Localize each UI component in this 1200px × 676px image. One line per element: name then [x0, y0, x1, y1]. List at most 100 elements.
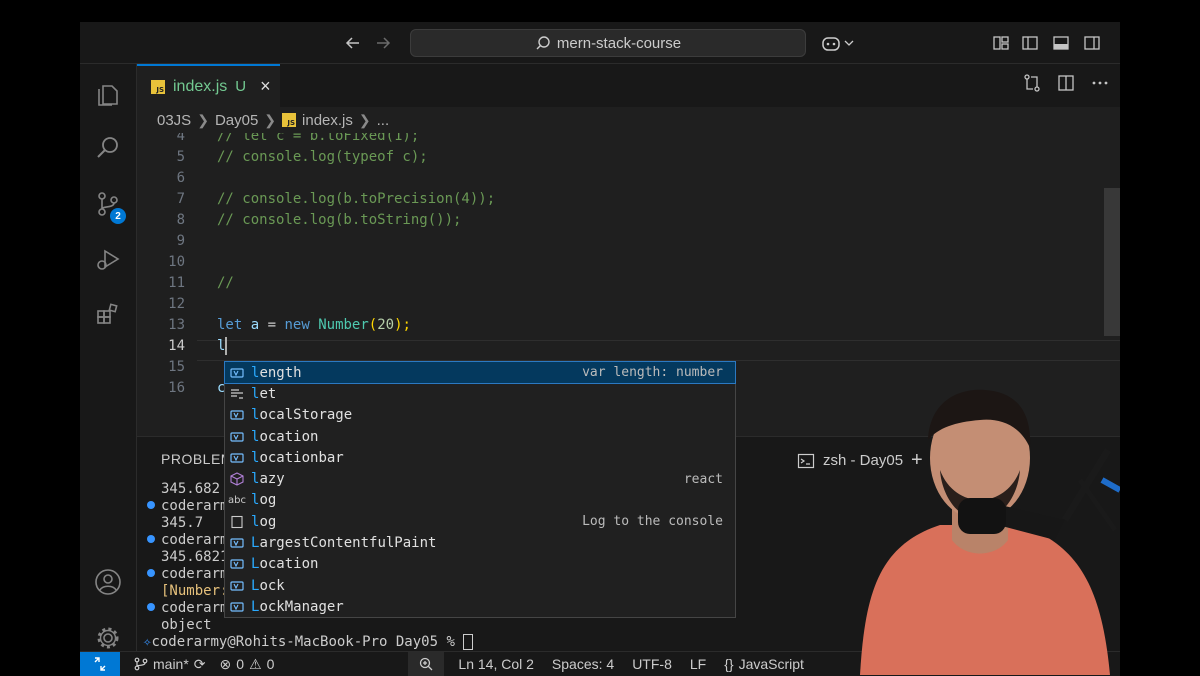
more-actions-icon[interactable]: [1090, 73, 1110, 98]
toggle-secondary-sidebar-icon[interactable]: [1079, 30, 1105, 56]
explorer-icon[interactable]: [80, 70, 136, 118]
suggestion-item[interactable]: Lock: [225, 575, 735, 596]
toggle-panel-icon[interactable]: [1048, 30, 1074, 56]
open-changes-icon[interactable]: [1022, 73, 1042, 98]
suggestion-item[interactable]: LockManager: [225, 596, 735, 617]
indentation[interactable]: Spaces: 4: [552, 656, 614, 672]
braces-icon: {}: [724, 656, 734, 672]
tab-problems[interactable]: PROBLEM: [161, 451, 233, 467]
back-arrow-icon[interactable]: [340, 30, 366, 56]
suggestion-item[interactable]: Location: [225, 554, 735, 575]
suggestion-label: Location: [251, 556, 319, 573]
text-cursor: [225, 337, 228, 355]
suggestion-label: let: [251, 385, 277, 402]
javascript-file-icon: JS: [282, 113, 297, 127]
terminal-line: coderarm: [161, 532, 229, 548]
breadcrumb-folder[interactable]: Day05: [215, 112, 258, 129]
suggestion-item[interactable]: LargestContentfulPaint: [225, 532, 735, 553]
close-icon[interactable]: ×: [260, 76, 271, 97]
suggestion-detail: react: [683, 471, 723, 487]
variable-icon: [229, 429, 245, 445]
account-icon[interactable]: [80, 558, 136, 606]
source-control-icon[interactable]: 2: [80, 180, 136, 228]
variable-icon: [229, 535, 245, 551]
javascript-file-icon: JS: [151, 79, 165, 94]
terminal-line: [Number:: [161, 583, 229, 599]
language-mode[interactable]: {} JavaScript: [724, 656, 804, 672]
search-icon: [536, 36, 550, 50]
toggle-primary-sidebar-icon[interactable]: [1017, 30, 1043, 56]
untracked-status: U: [235, 78, 247, 95]
chevron-right-icon: ❯: [264, 111, 277, 128]
workspace-name: mern-stack-course: [556, 34, 682, 52]
variable-icon: [229, 450, 245, 466]
suggestion-label: log: [251, 513, 277, 530]
chevron-right-icon: ❯: [197, 111, 209, 128]
terminal-line: object: [161, 617, 212, 633]
terminal-line: 345.6821: [161, 549, 229, 565]
suggestion-item[interactable]: location: [225, 426, 735, 447]
suggestion-item[interactable]: localStorage: [225, 405, 735, 426]
code-line: 6: [137, 168, 1120, 189]
breadcrumb-file[interactable]: index.js: [302, 112, 353, 129]
suggestion-label: localStorage: [251, 407, 353, 424]
breadcrumb-folder[interactable]: 03JS: [157, 112, 191, 129]
suggestion-item[interactable]: length var length: number: [224, 360, 736, 385]
breadcrumb-symbol[interactable]: ...: [377, 112, 390, 129]
command-center-search[interactable]: mern-stack-course: [410, 29, 806, 57]
encoding[interactable]: UTF-8: [632, 656, 672, 672]
line-number: 8: [176, 212, 185, 228]
forward-arrow-icon[interactable]: [370, 30, 396, 56]
suggestion-label: log: [251, 492, 277, 509]
code-line: 10: [137, 252, 1120, 273]
suggestion-item[interactable]: locationbar: [225, 447, 735, 468]
suggestion-detail: Log to the console: [582, 514, 723, 530]
search-icon[interactable]: [80, 124, 136, 172]
code-line: 9: [137, 231, 1120, 252]
line-number: 15: [168, 359, 185, 375]
suggestion-label: length: [251, 364, 302, 381]
editor-scrollbar[interactable]: [1104, 188, 1120, 336]
code-text: //: [217, 275, 234, 291]
warning-icon: ⚠: [249, 655, 262, 672]
suggestion-label: location: [251, 428, 319, 445]
suggestion-detail: var length: number: [582, 365, 723, 381]
tab-index-js[interactable]: JS index.js U ×: [137, 64, 280, 107]
suggestion-item[interactable]: abc log: [225, 490, 735, 511]
editor-tab-bar: JS index.js U ×: [137, 64, 1120, 108]
git-branch[interactable]: main* ⟳: [134, 656, 206, 673]
language-label: JavaScript: [738, 656, 804, 672]
suggestion-item[interactable]: log Log to the console: [225, 511, 735, 532]
code-text: // console.log(typeof c);: [217, 149, 428, 165]
customize-layout-icon[interactable]: [988, 30, 1014, 56]
error-icon: ⊗: [219, 655, 232, 672]
copilot-icon[interactable]: [818, 30, 858, 56]
sync-icon[interactable]: ⟳: [194, 656, 206, 673]
code-line: 12: [137, 294, 1120, 315]
suggestion-label: LockManager: [251, 598, 344, 615]
problems-count[interactable]: ⊗ 0 ⚠ 0: [220, 656, 275, 673]
split-editor-icon[interactable]: [1056, 73, 1076, 98]
error-count: 0: [236, 656, 245, 672]
line-number: 11: [168, 275, 185, 291]
snippet-icon: [229, 514, 245, 530]
remote-indicator-icon[interactable]: [80, 652, 120, 676]
zoom-icon[interactable]: [408, 652, 445, 676]
suggestion-item[interactable]: let: [225, 383, 735, 404]
suggestion-item[interactable]: lazy react: [225, 469, 735, 490]
end-of-line[interactable]: LF: [690, 656, 706, 672]
suggestion-label: Lock: [251, 577, 285, 594]
autocomplete-suggestions: length var length: number let localStorage l…: [224, 360, 736, 618]
command-decoration-icon: [147, 535, 155, 543]
line-number: 4: [176, 133, 185, 144]
chevron-right-icon: ❯: [358, 111, 371, 128]
editor-actions: [1022, 73, 1110, 98]
text-icon: abc: [228, 494, 246, 506]
command-decoration-icon: [147, 603, 155, 611]
run-debug-icon[interactable]: [80, 236, 136, 284]
keyword-icon: [229, 386, 245, 402]
extensions-icon[interactable]: [80, 290, 136, 338]
cursor-position[interactable]: Ln 14, Col 2: [458, 656, 534, 672]
variable-icon: [229, 407, 245, 423]
terminal-prompt-line[interactable]: ✧coderarmy@Rohits-MacBook-Pro Day05 %: [143, 634, 474, 651]
